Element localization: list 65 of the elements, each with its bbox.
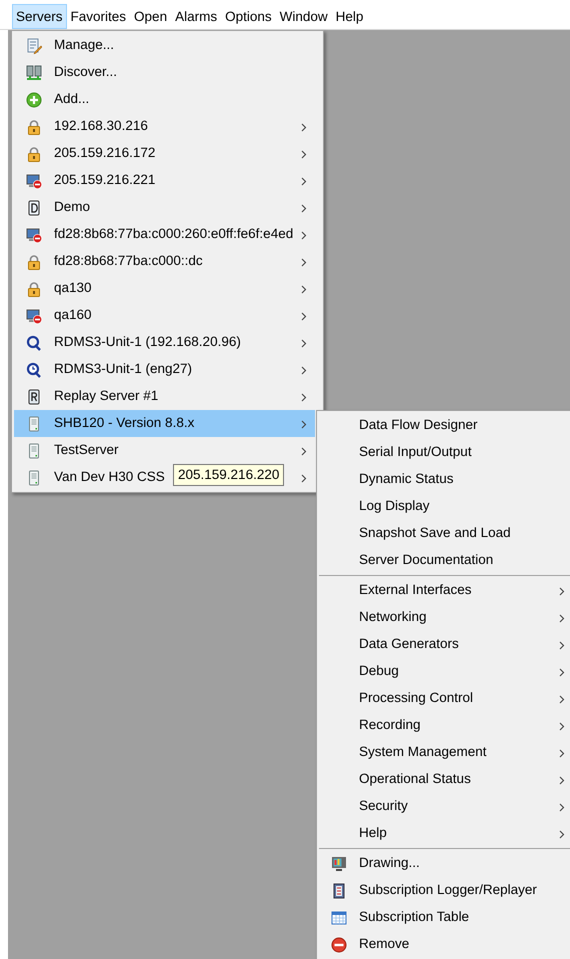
padlock-icon <box>26 118 42 134</box>
menu-item[interactable]: Window <box>276 4 332 29</box>
menu-item[interactable]: Subscription Table <box>319 904 570 931</box>
menu-item[interactable]: Servers <box>12 4 67 29</box>
servers-icon <box>26 64 42 80</box>
computer-blocked-icon <box>26 308 42 324</box>
menu-item[interactable]: Add... <box>14 86 315 113</box>
menu-item[interactable]: Networking <box>319 604 570 631</box>
menu-item[interactable]: Demo <box>14 194 315 221</box>
menu-item[interactable]: Log Display <box>319 493 570 520</box>
menu-item[interactable]: External Interfaces <box>319 577 570 604</box>
menu-item[interactable]: Recording <box>319 712 570 739</box>
menu-item[interactable]: System Management <box>319 739 570 766</box>
menu-item[interactable]: Remove <box>319 931 570 958</box>
menu-item[interactable]: 192.168.30.216 <box>14 113 315 140</box>
menu-item[interactable]: Dynamic Status <box>319 466 570 493</box>
loop-clock-icon <box>26 362 42 378</box>
tooltip: 205.159.216.220 <box>173 464 284 486</box>
menu-item[interactable]: 205.159.216.221 <box>14 167 315 194</box>
menu-item[interactable]: Help <box>319 820 570 847</box>
menu-item[interactable]: Subscription Logger/Replayer <box>319 877 570 904</box>
menu-item[interactable]: Data Generators <box>319 631 570 658</box>
remove-icon <box>331 936 347 952</box>
document-pencil-icon <box>26 38 42 54</box>
menu-item[interactable]: fd28:8b68:77ba:c000::dc <box>14 248 315 275</box>
menu-item[interactable]: RDMS3-Unit-1 (eng27) <box>14 356 315 383</box>
menu-item[interactable]: Manage... <box>14 32 315 59</box>
menu-item[interactable]: Drawing... <box>319 850 570 877</box>
computer-blocked-icon <box>26 226 42 242</box>
document-icon <box>26 388 42 404</box>
menu-item[interactable]: Data Flow Designer <box>319 412 570 439</box>
menu-item[interactable]: SHB120 - Version 8.8.x <box>14 410 315 437</box>
menu-item[interactable]: Open <box>130 4 172 29</box>
menu-item[interactable]: Security <box>319 793 570 820</box>
padlock-icon <box>26 280 42 296</box>
loop-icon <box>26 334 42 350</box>
menu-item[interactable]: fd28:8b68:77ba:c000:260:e0ff:fe6f:e4ed <box>14 221 315 248</box>
monitor-chart-icon <box>331 856 347 872</box>
log-document-icon <box>331 882 347 898</box>
menu-item[interactable]: Serial Input/Output <box>319 439 570 466</box>
computer-blocked-icon <box>26 172 42 188</box>
menu-item[interactable]: qa160 <box>14 302 315 329</box>
add-icon <box>26 92 42 108</box>
menu-item[interactable]: Favorites <box>66 4 130 29</box>
menu-item[interactable]: Help <box>332 4 368 29</box>
menu-item[interactable]: 205.159.216.172 <box>14 140 315 167</box>
menu-item[interactable]: Processing Control <box>319 685 570 712</box>
menu-item[interactable]: qa130 <box>14 275 315 302</box>
menu-item[interactable]: Discover... <box>14 59 315 86</box>
menu-item[interactable]: Operational Status <box>319 766 570 793</box>
server-icon <box>26 416 42 432</box>
padlock-icon <box>26 146 42 162</box>
menu-item[interactable]: Debug <box>319 658 570 685</box>
menu-item[interactable]: TestServer <box>14 437 315 464</box>
padlock-icon <box>26 254 42 270</box>
menu-item[interactable]: Server Documentation <box>319 547 570 574</box>
menu-item[interactable]: Replay Server #1 <box>14 383 315 410</box>
server-icon <box>26 442 42 458</box>
menu-item[interactable]: Options <box>221 4 276 29</box>
server-icon <box>26 470 42 486</box>
document-icon <box>26 200 42 216</box>
menu-item[interactable]: RDMS3-Unit-1 (192.168.20.96) <box>14 329 315 356</box>
table-icon <box>331 910 347 926</box>
menu-item[interactable]: Alarms <box>171 4 222 29</box>
menu-item[interactable]: Snapshot Save and Load <box>319 520 570 547</box>
